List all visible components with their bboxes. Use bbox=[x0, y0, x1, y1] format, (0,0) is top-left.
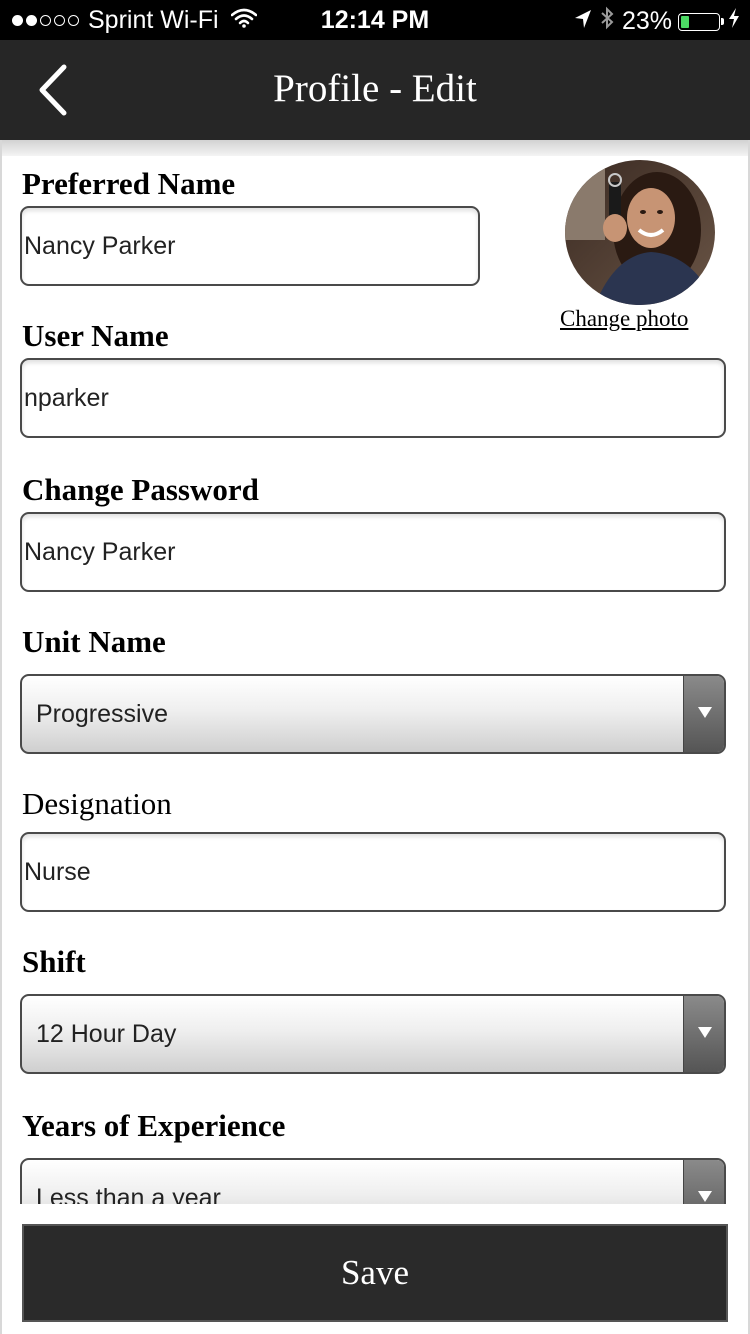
designation-label: Designation bbox=[22, 786, 172, 821]
battery-percent: 23% bbox=[621, 7, 672, 35]
status-right: 23% bbox=[574, 6, 740, 37]
change-password-input[interactable]: Nancy Parker bbox=[20, 512, 726, 592]
content-top-shadow bbox=[2, 140, 748, 156]
unit-name-value: Progressive bbox=[36, 700, 168, 728]
shift-select[interactable]: 12 Hour Day bbox=[20, 994, 726, 1074]
avatar[interactable] bbox=[565, 160, 715, 305]
status-bar: Sprint Wi-Fi 12:14 PM 23% bbox=[0, 0, 750, 40]
preferred-name-label: Preferred Name bbox=[22, 166, 236, 201]
change-password-label: Change Password bbox=[22, 472, 259, 507]
user-name-label: User Name bbox=[22, 318, 169, 353]
preferred-name-input[interactable]: Nancy Parker bbox=[20, 206, 480, 286]
battery-tip bbox=[721, 18, 724, 25]
dropdown-arrow-icon bbox=[683, 1160, 724, 1204]
profile-form[interactable]: Preferred Name Nancy Parker Change photo… bbox=[0, 140, 750, 1204]
years-of-experience-label: Years of Experience bbox=[22, 1108, 286, 1143]
shift-label: Shift bbox=[22, 944, 86, 979]
charging-bolt-icon bbox=[728, 7, 740, 36]
dropdown-arrow-icon bbox=[683, 996, 724, 1072]
battery-level-fill bbox=[681, 15, 689, 28]
years-of-experience-select[interactable]: Less than a year bbox=[20, 1158, 726, 1204]
bluetooth-icon bbox=[600, 6, 614, 37]
change-photo-link[interactable]: Change photo bbox=[560, 306, 688, 332]
dropdown-arrow-icon bbox=[683, 676, 724, 752]
years-of-experience-value: Less than a year bbox=[36, 1184, 221, 1204]
save-button[interactable]: Save bbox=[22, 1224, 728, 1322]
unit-name-select[interactable]: Progressive bbox=[20, 674, 726, 754]
battery-icon bbox=[678, 12, 720, 31]
user-name-input[interactable]: nparker bbox=[20, 358, 726, 438]
profile-photo-image bbox=[565, 160, 715, 305]
page-title: Profile - Edit bbox=[273, 67, 477, 110]
designation-input[interactable]: Nurse bbox=[20, 832, 726, 912]
shift-value: 12 Hour Day bbox=[36, 1020, 177, 1048]
location-arrow-icon bbox=[574, 7, 592, 36]
unit-name-label: Unit Name bbox=[22, 624, 166, 659]
nav-bar: Profile - Edit bbox=[0, 40, 750, 140]
